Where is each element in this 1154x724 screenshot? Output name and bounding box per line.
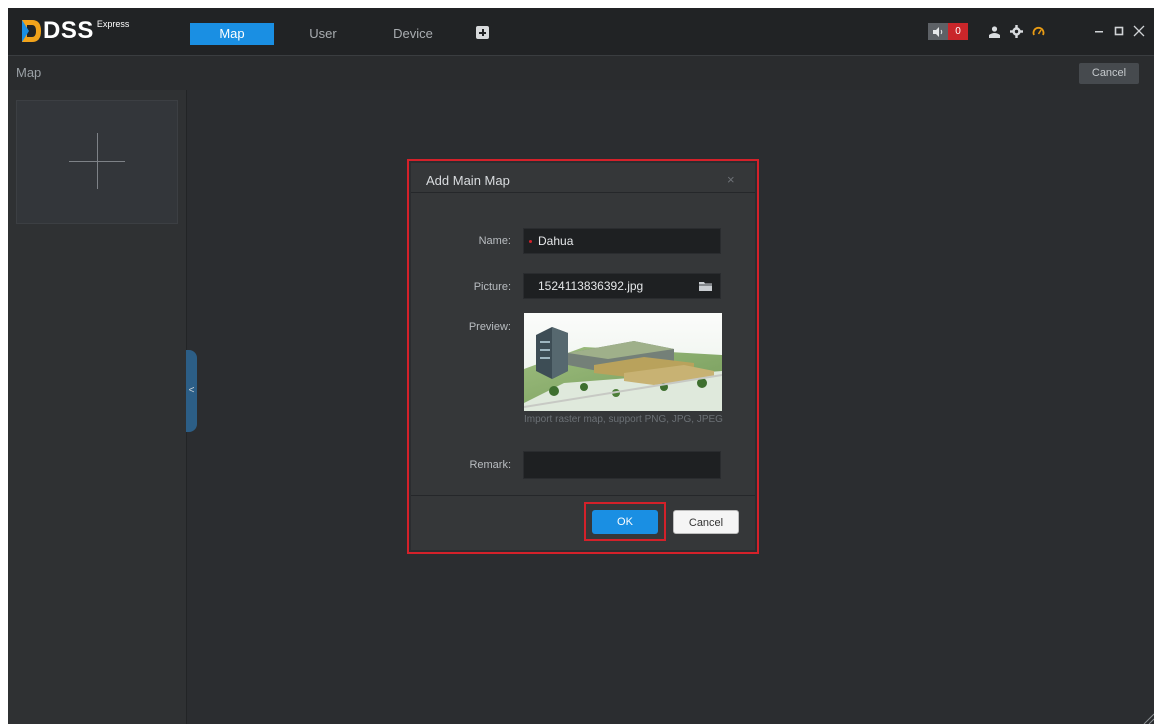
map-sidebar [8, 90, 187, 724]
dialog-cancel-button[interactable]: Cancel [673, 510, 739, 534]
close-icon[interactable] [1130, 21, 1148, 41]
resize-grip-icon[interactable] [1142, 712, 1154, 724]
remark-field[interactable] [523, 451, 721, 479]
plus-square-icon[interactable] [476, 26, 489, 39]
close-icon[interactable]: × [727, 172, 735, 187]
title-bar: DSS Express Map User Device 0 [8, 8, 1154, 56]
logo-edition: Express [96, 19, 130, 29]
required-marker [529, 240, 532, 243]
sub-header: Map Cancel [8, 56, 1154, 90]
alarm-indicator[interactable]: 0 [928, 23, 968, 40]
picture-field[interactable]: 1524113836392.jpg [523, 273, 721, 299]
speaker-icon [928, 23, 948, 40]
cancel-button[interactable]: Cancel [1079, 63, 1139, 84]
add-main-map-dialog: Add Main Map × Name: Dahua Picture: 1524… [411, 163, 755, 550]
name-field[interactable]: Dahua [523, 228, 721, 254]
tab-map[interactable]: Map [190, 23, 274, 45]
logo-mark-icon [22, 20, 41, 42]
footer-divider [411, 495, 755, 496]
ok-button[interactable]: OK [592, 510, 658, 534]
add-map-card[interactable] [16, 100, 178, 224]
gear-icon[interactable] [1008, 23, 1024, 40]
user-icon[interactable] [986, 23, 1002, 40]
maximize-icon[interactable] [1110, 21, 1128, 41]
collapse-sidebar-handle[interactable]: < [186, 350, 197, 432]
page-title: Map [16, 65, 42, 80]
logo-text: DSS [43, 17, 94, 44]
app-window: DSS Express Map User Device 0 Map Cancel… [8, 8, 1154, 724]
preview-label: Preview: [468, 321, 511, 333]
name-label: Name: [478, 235, 511, 247]
folder-icon[interactable] [699, 281, 712, 291]
dialog-title: Add Main Map [426, 173, 510, 188]
name-field-value: Dahua [538, 234, 574, 248]
gauge-icon[interactable] [1030, 23, 1046, 40]
picture-field-value: 1524113836392.jpg [538, 279, 644, 293]
tab-device[interactable]: Device [376, 23, 450, 45]
picture-label: Picture: [473, 281, 511, 293]
dialog-divider [411, 192, 755, 193]
minimize-icon[interactable] [1090, 21, 1108, 41]
import-hint: Import raster map, support PNG, JPG, JPE… [524, 414, 723, 425]
alarm-count-badge: 0 [948, 23, 968, 40]
dialog-highlight-frame: Add Main Map × Name: Dahua Picture: 1524… [407, 159, 759, 554]
map-preview-image [524, 313, 722, 411]
remark-label: Remark: [469, 459, 511, 471]
logo: DSS Express [20, 18, 129, 44]
tab-user[interactable]: User [288, 23, 358, 45]
